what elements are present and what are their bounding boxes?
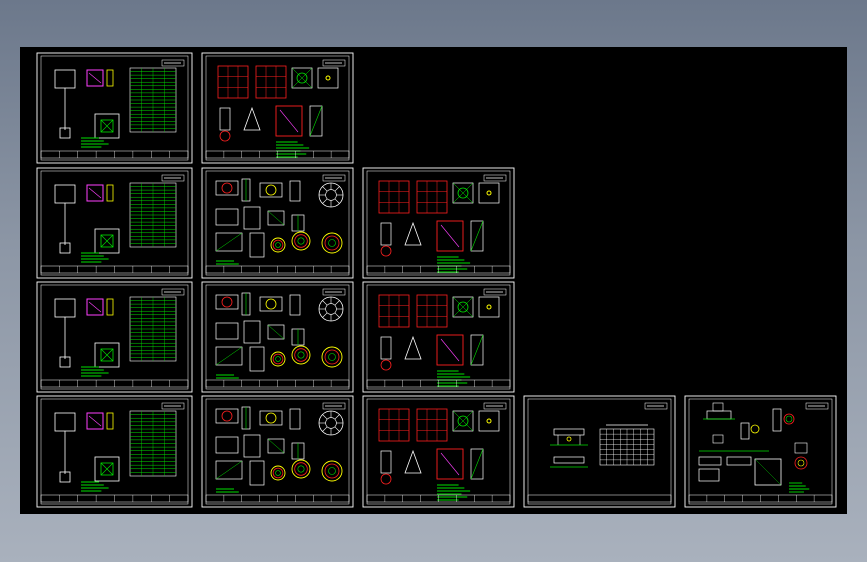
- drawing-sheet-s8[interactable]: [362, 281, 515, 393]
- drawing-sheet-s2[interactable]: [201, 52, 354, 164]
- drawing-sheet-s11[interactable]: [362, 395, 515, 508]
- drawing-sheet-s6[interactable]: [36, 281, 193, 393]
- drawing-sheet-s3[interactable]: [36, 167, 193, 279]
- drawing-sheet-s7[interactable]: [201, 281, 354, 393]
- drawing-sheet-s4[interactable]: [201, 167, 354, 279]
- cad-canvas[interactable]: [20, 47, 847, 514]
- drawing-sheet-s10[interactable]: [201, 395, 354, 508]
- drawing-sheet-s9[interactable]: [36, 395, 193, 508]
- drawing-sheet-s1[interactable]: [36, 52, 193, 164]
- drawing-sheet-s12[interactable]: [523, 395, 676, 508]
- cad-drawing-viewport[interactable]: [20, 47, 847, 514]
- drawing-sheet-s5[interactable]: [362, 167, 515, 279]
- drawing-sheet-s13[interactable]: [684, 395, 837, 508]
